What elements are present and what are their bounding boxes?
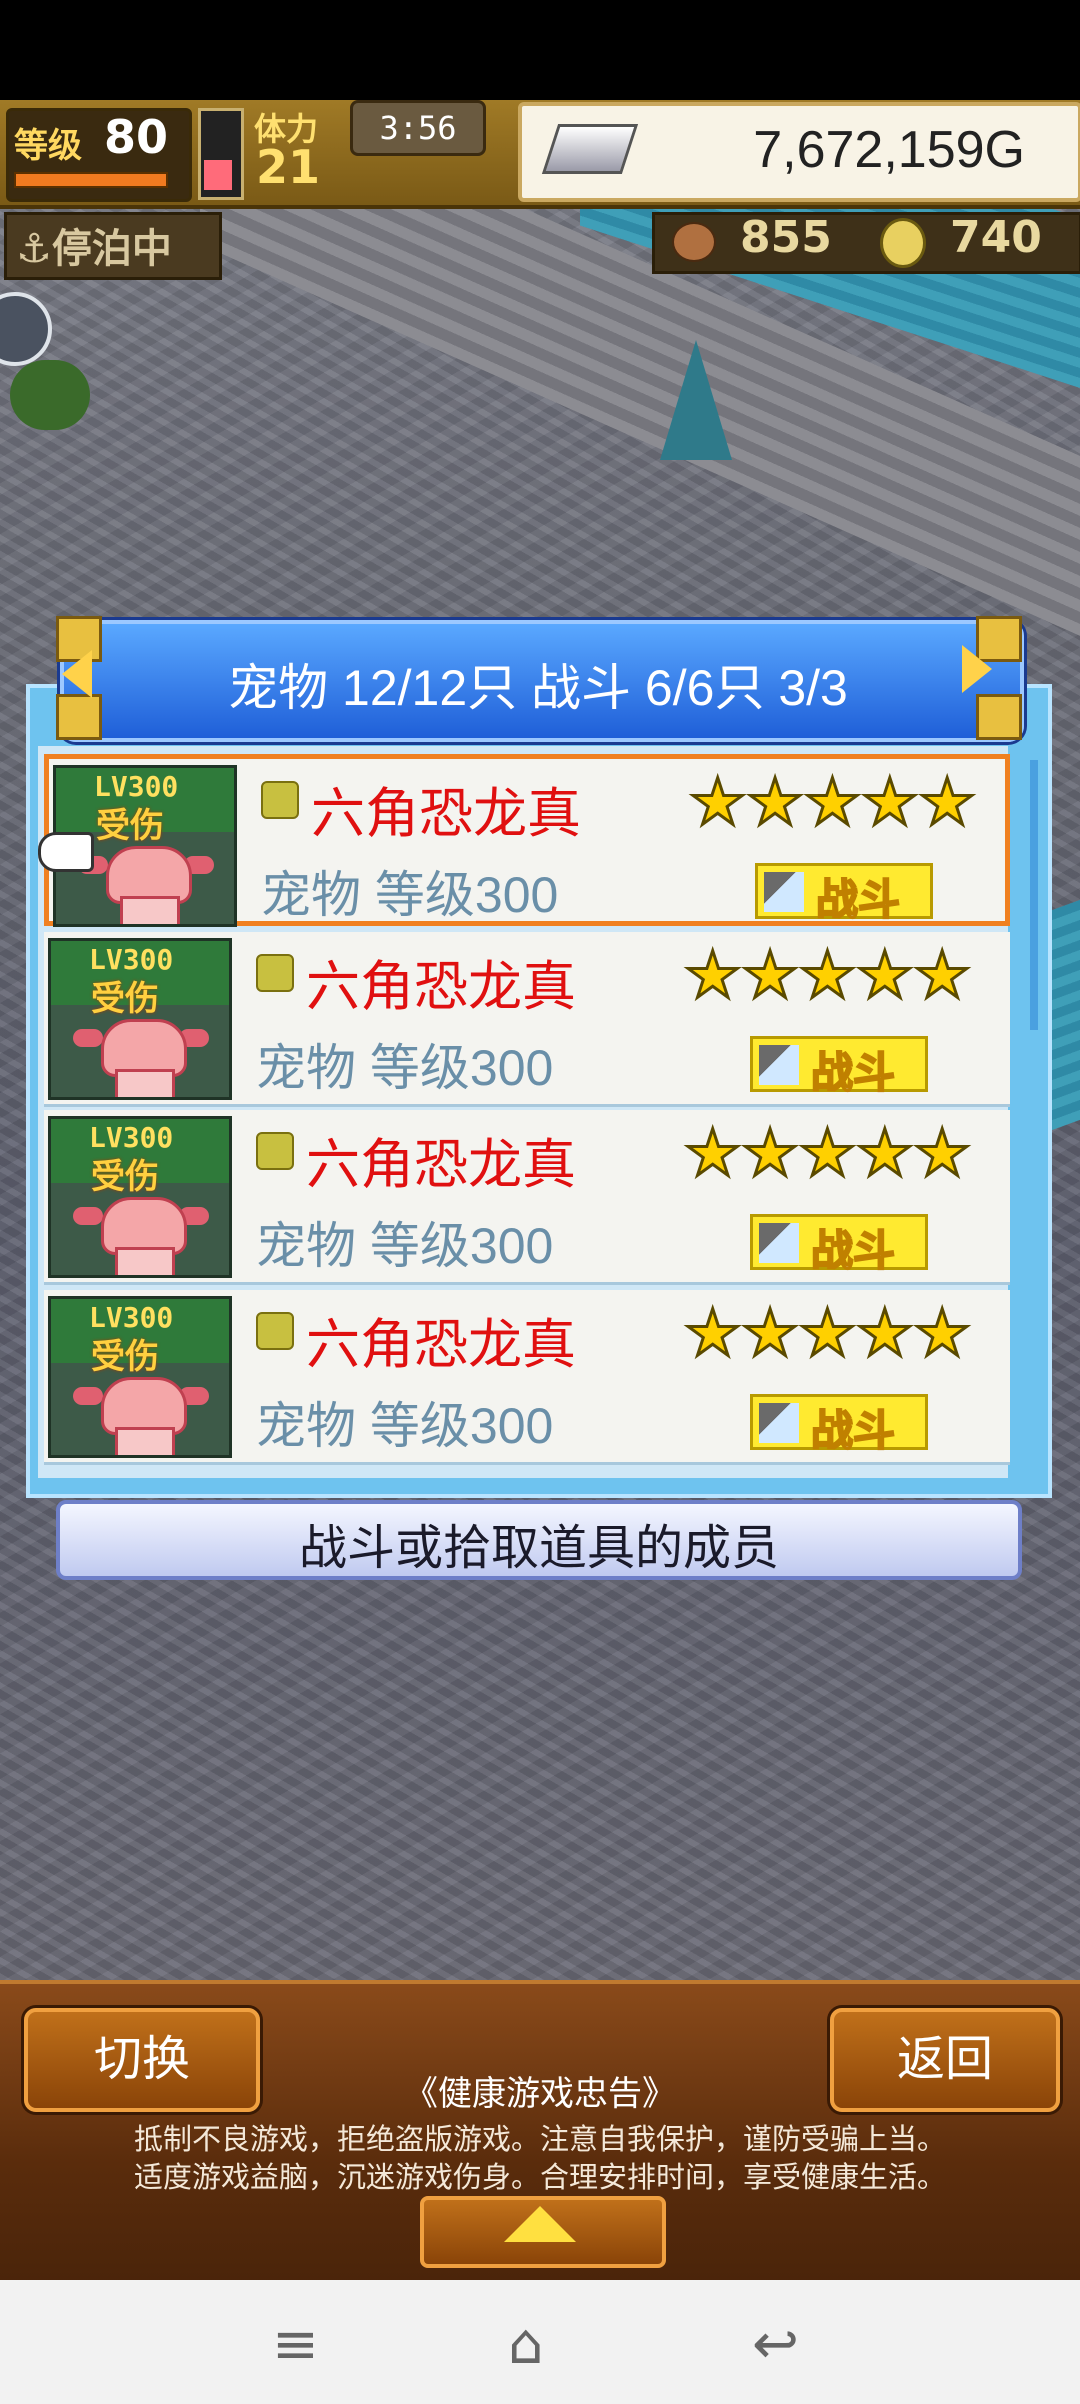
- gene-icon: [256, 954, 294, 992]
- star-icon: ★★★★★: [683, 939, 973, 1013]
- food-icon: [672, 222, 716, 262]
- menu-icon[interactable]: ≡: [272, 2312, 319, 2377]
- back-button[interactable]: 返回: [830, 2008, 1060, 2112]
- health-notice-line: 抵制不良游戏，拒绝盗版游戏。注意自我保护，谨防受骗上当。: [133, 2124, 946, 2156]
- battle-button[interactable]: 战斗: [755, 863, 933, 924]
- battle-button-label: 战斗: [810, 1406, 896, 1455]
- anchor-status: ⚓停泊中: [16, 216, 172, 274]
- sword-icon: [759, 1403, 799, 1443]
- chevron-up-icon: [504, 2206, 576, 2242]
- level-exp-bar: [14, 172, 168, 188]
- pet-name: 六角恐龙真: [311, 784, 581, 844]
- pointing-hand-icon: [38, 832, 94, 872]
- pet-row[interactable]: LV300 受伤 六角恐龙真 宠物 等级300 ★★★★★ 战斗: [44, 754, 1010, 927]
- back-icon[interactable]: ↩: [752, 2312, 799, 2377]
- level-value: 80: [104, 110, 169, 164]
- pet-name: 六角恐龙真: [306, 957, 576, 1017]
- tower-roof: [660, 340, 732, 460]
- gold-bar-icon: [541, 124, 639, 174]
- medal-icon: [880, 218, 926, 268]
- sword-icon: [759, 1045, 799, 1085]
- gold-value: 7,672,159G: [753, 121, 1025, 179]
- sword-icon: [764, 872, 804, 912]
- gene-icon: [261, 781, 299, 819]
- pet-list-scrollbar[interactable]: [1030, 760, 1038, 1030]
- food-value: 855: [740, 212, 832, 263]
- battle-button[interactable]: 战斗: [750, 1036, 928, 1097]
- pet-info: 宠物 等级300: [256, 1398, 554, 1454]
- battle-button[interactable]: 战斗: [750, 1394, 928, 1455]
- pet-rarity-stars: ★★★★★: [683, 1117, 973, 1191]
- prev-page-arrow-icon[interactable]: [62, 650, 92, 698]
- pet-rarity-stars: ★★★★★: [683, 1297, 973, 1371]
- battle-button-label: 战斗: [815, 875, 901, 924]
- title-corner-ornament: [976, 694, 1022, 740]
- pet-status: 受伤: [91, 979, 159, 1019]
- pet-status: 受伤: [91, 1337, 159, 1377]
- hint-text: 战斗或拾取道具的成员: [298, 1522, 779, 1575]
- title-corner-ornament: [56, 694, 102, 740]
- axolotl-sprite: [115, 1069, 175, 1097]
- next-page-arrow-icon[interactable]: [962, 645, 992, 693]
- switch-button-label: 切换: [93, 2033, 190, 2086]
- axolotl-sprite: [115, 1427, 175, 1455]
- star-icon: ★★★★★: [683, 1117, 973, 1191]
- pet-rarity-stars: ★★★★★: [688, 766, 978, 840]
- pet-portrait: LV300 受伤: [48, 938, 232, 1100]
- pet-panel-title: 宠物 12/12只 战斗 6/6只 3/3: [228, 660, 848, 716]
- pet-status: 受伤: [91, 1157, 159, 1197]
- health-notice-title: 《健康游戏忠告》: [404, 2075, 676, 2113]
- pet-info: 宠物 等级300: [261, 867, 559, 923]
- gene-icon: [256, 1132, 294, 1170]
- medal-value: 740: [950, 212, 1042, 263]
- pet-portrait: LV300 受伤: [48, 1116, 232, 1278]
- pet-rarity-stars: ★★★★★: [683, 939, 973, 1013]
- pet-portrait: LV300 受伤: [48, 1296, 232, 1458]
- back-button-label: 返回: [896, 2033, 993, 2086]
- anchor-status-label: 停泊中: [51, 226, 172, 272]
- axolotl-sprite: [73, 1387, 103, 1405]
- anchor-icon: ⚓: [16, 226, 52, 272]
- pet-info: 宠物 等级300: [256, 1218, 554, 1274]
- pet-row[interactable]: LV300 受伤 六角恐龙真 宠物 等级300 ★★★★★ 战斗: [44, 1290, 1010, 1465]
- battle-button-label: 战斗: [810, 1048, 896, 1097]
- pet-name: 六角恐龙真: [306, 1135, 576, 1195]
- stamina-value: 21: [256, 140, 321, 194]
- switch-button[interactable]: 切换: [24, 2008, 260, 2112]
- star-icon: ★★★★★: [688, 766, 978, 840]
- stamina-gauge-fill: [204, 160, 232, 190]
- health-notice-line: 适度游戏益脑，沉迷游戏伤身。合理安排时间，享受健康生活。: [133, 2162, 946, 2194]
- axolotl-sprite: [73, 1207, 103, 1225]
- star-icon: ★★★★★: [683, 1297, 973, 1371]
- axolotl-sprite: [120, 896, 180, 924]
- pet-row[interactable]: LV300 受伤 六角恐龙真 宠物 等级300 ★★★★★ 战斗: [44, 1110, 1010, 1285]
- stamina-timer: 3:56: [350, 100, 486, 156]
- pet-row[interactable]: LV300 受伤 六角恐龙真 宠物 等级300 ★★★★★ 战斗: [44, 932, 1010, 1107]
- gene-icon: [256, 1312, 294, 1350]
- pet-status: 受伤: [96, 806, 164, 846]
- battle-button[interactable]: 战斗: [750, 1214, 928, 1275]
- axolotl-sprite: [115, 1247, 175, 1275]
- tree: [10, 360, 90, 430]
- battle-button-label: 战斗: [810, 1226, 896, 1275]
- pet-name: 六角恐龙真: [306, 1315, 576, 1375]
- home-icon[interactable]: ⌂: [508, 2312, 544, 2377]
- axolotl-sprite: [73, 1029, 103, 1047]
- level-label: 等级: [14, 126, 82, 166]
- sword-icon: [759, 1223, 799, 1263]
- pet-info: 宠物 等级300: [256, 1040, 554, 1096]
